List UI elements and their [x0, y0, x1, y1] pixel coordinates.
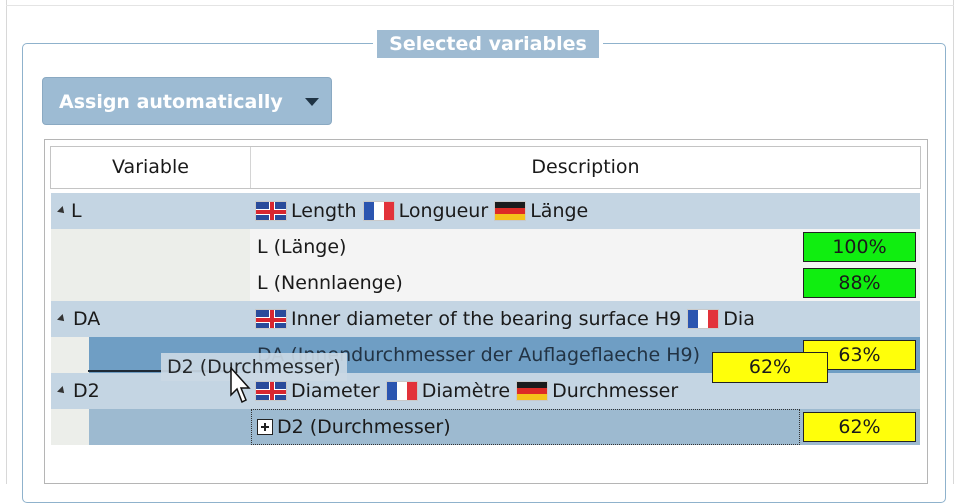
variable-name: D2 [73, 380, 100, 402]
indent-band [51, 229, 250, 265]
description-en: Diameter [291, 380, 380, 402]
fr-flag-icon [385, 381, 418, 401]
candidate-description: L (Länge) [257, 236, 347, 258]
uk-flag-icon [255, 309, 287, 329]
indent-band [51, 337, 89, 373]
multilingual-description: Length Longueur Länge [255, 193, 588, 229]
drag-ghost-percent-badge: 62% [712, 352, 828, 383]
description-de: Durchmesser [552, 380, 679, 402]
collapse-toggle-icon[interactable] [57, 206, 67, 216]
uk-flag-icon [255, 201, 287, 221]
candidate-description: L (Nennlaenge) [257, 272, 403, 294]
match-percent-badge: 100% [803, 232, 916, 262]
fr-flag-icon [362, 201, 395, 221]
description-en: Length [291, 200, 357, 222]
group-title-label: Selected variables [377, 30, 599, 58]
de-flag-icon [516, 381, 549, 401]
drag-copy-plus-icon [257, 419, 273, 435]
column-header-description[interactable]: Description [251, 147, 920, 188]
collapse-toggle-icon[interactable] [57, 314, 67, 324]
description-fr: Dia [723, 308, 755, 330]
tree-row-child-selected[interactable]: D2 (Durchmesser) 62% [51, 409, 920, 445]
group-title: Selected variables [373, 30, 603, 58]
tree-row-group-da[interactable]: DA Inner diameter of the bearing surface… [51, 301, 920, 337]
description-fr: Longueur [398, 200, 489, 222]
description-de: Länge [530, 200, 589, 222]
assign-automatically-button[interactable]: Assign automatically [42, 77, 332, 125]
variable-name: L [71, 200, 82, 222]
multilingual-description: Inner diameter of the bearing surface H9… [255, 301, 798, 337]
match-percent-badge: 62% [803, 412, 916, 442]
indent-band [51, 265, 250, 301]
tree-row-child[interactable]: L (Länge) 100% [51, 229, 920, 265]
drag-ghost-label: D2 (Durchmesser) [161, 353, 347, 381]
de-flag-icon [494, 201, 527, 221]
description-fr: Diamètre [421, 380, 511, 402]
fr-flag-icon [687, 309, 720, 329]
mouse-pointer-icon [230, 367, 251, 404]
tree-row-child[interactable]: L (Nennlaenge) 88% [51, 265, 920, 301]
description-en: Inner diameter of the bearing surface H9 [291, 308, 682, 330]
variable-name: DA [73, 308, 101, 330]
candidate-description-text: D2 (Durchmesser) [277, 416, 451, 438]
match-percent-badge: 88% [803, 268, 916, 298]
grid-header: Variable Description [50, 146, 921, 189]
column-header-variable[interactable]: Variable [51, 147, 250, 188]
indent-band [51, 409, 89, 445]
uk-flag-icon [255, 381, 287, 401]
candidate-description: D2 (Durchmesser) [257, 409, 451, 445]
tree-row-group-l[interactable]: L Length Longueur Länge [51, 193, 920, 229]
window-top-border [6, 5, 954, 6]
collapse-toggle-icon[interactable] [57, 386, 67, 396]
chevron-down-icon[interactable] [305, 98, 319, 106]
assign-automatically-label: Assign automatically [59, 91, 283, 113]
